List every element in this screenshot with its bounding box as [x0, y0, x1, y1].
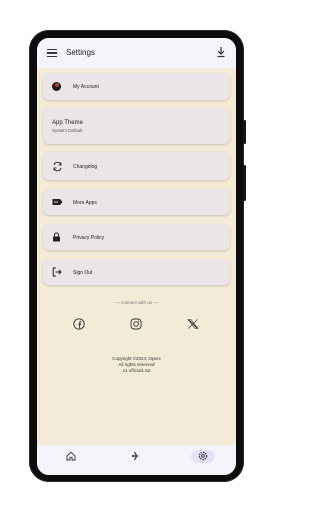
avatar — [52, 82, 61, 91]
app-theme-label: App Theme — [52, 120, 83, 126]
changelog-item[interactable]: Changelog — [43, 152, 230, 180]
settings-icon[interactable] — [198, 451, 208, 461]
top-app-bar: Settings — [37, 38, 236, 68]
logout-icon — [52, 267, 62, 277]
home-icon[interactable] — [66, 451, 76, 461]
copyright-block: Copyright ©2024, Operx All rights reserv… — [37, 356, 236, 374]
more-apps-item[interactable]: More Apps — [43, 189, 230, 215]
privacy-policy-label: Privacy Policy — [73, 235, 105, 241]
app-theme-item[interactable]: App Theme System Default — [43, 108, 230, 144]
power-button — [243, 165, 246, 201]
download-icon[interactable] — [216, 46, 226, 58]
my-account-label: My Account — [73, 84, 99, 90]
x-icon[interactable] — [187, 318, 199, 330]
instagram-icon[interactable] — [130, 318, 142, 330]
volume-button — [243, 120, 246, 144]
more-apps-label: More Apps — [73, 200, 97, 206]
sync-icon — [53, 161, 62, 172]
app-screen: Settings My Account App Theme System Def… — [37, 38, 236, 475]
facebook-icon[interactable] — [73, 318, 85, 330]
hamburger-menu-icon[interactable] — [47, 49, 57, 57]
sign-out-label: Sign Out — [73, 270, 93, 276]
sign-out-item[interactable]: Sign Out — [43, 259, 230, 285]
app-theme-value: System Default — [52, 128, 83, 133]
version-text: v1 official1.62 — [122, 368, 151, 373]
lock-icon — [53, 232, 60, 242]
connect-with-us-label: — connect with us — — [115, 300, 158, 305]
system-navigation-bar — [37, 469, 236, 475]
page-title: Settings — [66, 48, 95, 57]
privacy-policy-item[interactable]: Privacy Policy — [43, 224, 230, 250]
bottom-navigation — [37, 445, 236, 469]
plane-icon[interactable] — [131, 451, 141, 461]
tag-icon — [52, 199, 63, 205]
changelog-label: Changelog — [73, 164, 98, 170]
my-account-item[interactable]: My Account — [43, 73, 230, 100]
